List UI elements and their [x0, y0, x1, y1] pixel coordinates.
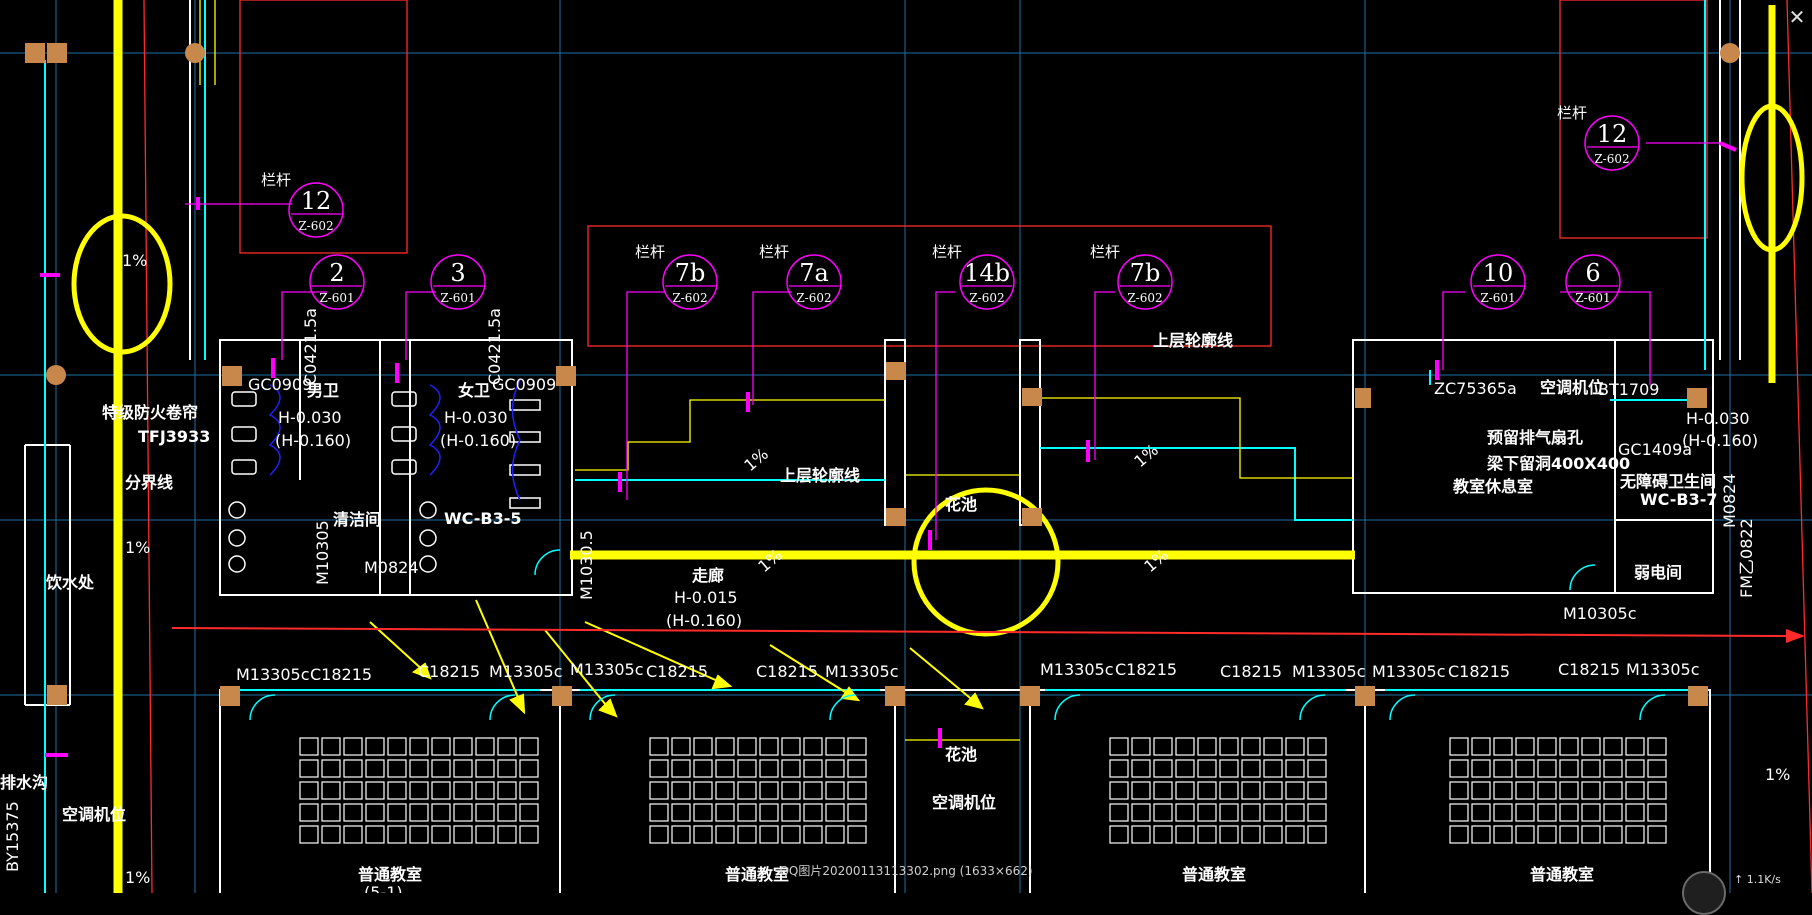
- callout-label: 栏杆: [635, 243, 665, 261]
- upper-outline-2: 上层轮廓线: [1153, 331, 1233, 350]
- corridor-label: 走廊: [691, 566, 724, 585]
- classroom-1-no: (5-1): [364, 883, 403, 893]
- callout-ref: Z-601: [440, 291, 475, 305]
- fire-shutter: 特级防火卷帘: [102, 403, 198, 422]
- boundary-line: 分界线: [125, 473, 173, 492]
- door-m13305c-1: M13305c: [236, 665, 310, 684]
- callout-number: 6: [1585, 259, 1600, 287]
- corridor-elev: H-0.015: [674, 588, 738, 607]
- slope-3: 1%: [1765, 765, 1790, 784]
- callout-ref: Z-602: [1594, 152, 1629, 166]
- window-c18215-3: C18215: [646, 662, 708, 681]
- elev-women: H-0.030: [444, 408, 508, 427]
- callout-number: 3: [450, 259, 465, 287]
- door-m13305c-5: M13305c: [1040, 660, 1114, 679]
- flower-bed-1: 花池: [945, 495, 977, 514]
- callout-label: 栏杆: [261, 171, 291, 189]
- door-m13305c-6: M13305c: [1292, 662, 1366, 681]
- elev-women-2: (H-0.160): [440, 431, 516, 450]
- ac-position-1: 空调机位: [932, 793, 996, 812]
- callout-ref: Z-601: [1480, 291, 1515, 305]
- slope-1: 1%: [122, 251, 147, 270]
- window-c18215-2: C18215: [418, 662, 480, 681]
- door-m13305c-8: M13305c: [1626, 660, 1700, 679]
- weak-power-room: 弱电间: [1634, 563, 1682, 582]
- wc-code: WC-B3-5: [444, 509, 522, 528]
- corridor-elev-2: (H-0.160): [666, 611, 742, 630]
- callout-label: 栏杆: [759, 243, 789, 261]
- door-bt1709: BT1709: [1598, 380, 1659, 399]
- ac-position-2: 空调机位: [1540, 378, 1604, 397]
- window-c18215-1: C18215: [310, 665, 372, 684]
- callout-ref: Z-601: [1575, 291, 1610, 305]
- door-m10305c: M10305c: [1563, 604, 1637, 623]
- window-c18215-7: C18215: [1448, 662, 1510, 681]
- window-c18215-5: C18215: [1115, 660, 1177, 679]
- door-m10305: M10305: [313, 520, 332, 585]
- tfj-code: TFJ3933: [138, 427, 210, 446]
- window-c0421-b: C0421.5a: [485, 308, 504, 385]
- cad-floor-plan[interactable]: 12Z-602栏杆2Z-6013Z-6017bZ-602栏杆7aZ-602栏杆1…: [0, 0, 1812, 893]
- callout-number: 12: [301, 187, 332, 215]
- callout-ref: Z-602: [796, 291, 831, 305]
- vent-hole: 预留排气扇孔: [1487, 428, 1583, 447]
- speed-dial-icon: [1682, 871, 1726, 915]
- callout-label: 栏杆: [1090, 243, 1120, 261]
- callout-ref: Z-602: [969, 291, 1004, 305]
- upper-outline-1: 上层轮廓线: [780, 466, 860, 485]
- network-speed: ↑ 1.1K/s: [1734, 873, 1781, 886]
- callout-number: 2: [329, 259, 344, 287]
- window-c18215-8: C18215: [1558, 660, 1620, 679]
- door-m13305c-2: M13305c: [489, 662, 563, 681]
- ac-position-3: 空调机位: [62, 805, 126, 824]
- window-gc1409: GC1409a: [1618, 440, 1692, 459]
- cleaning-room: 清洁间: [333, 510, 381, 529]
- window-c18215-6: C18215: [1220, 662, 1282, 681]
- callout-number: 7b: [1130, 259, 1161, 287]
- callout-number: 7b: [675, 259, 706, 287]
- window-zc: ZC75365a: [1434, 379, 1517, 398]
- callout-ref: Z-601: [319, 291, 354, 305]
- door-m13305c-4: M13305c: [825, 662, 899, 681]
- door-m1030-5: M1030.5: [577, 530, 596, 600]
- window-c0421-a: C0421.5a: [301, 308, 320, 385]
- lounge-label: 教室休息室: [1453, 477, 1533, 496]
- classroom-4: 普通教室: [1530, 865, 1594, 884]
- door-fm: FM乙0822: [1737, 518, 1756, 598]
- drain-label: 排水沟: [0, 773, 48, 792]
- flower-bed-2: 花池: [945, 745, 977, 764]
- classroom-3: 普通教室: [1182, 865, 1246, 884]
- code-by15375: BY15375: [3, 801, 22, 872]
- elev-men: H-0.030: [278, 408, 342, 427]
- classroom-2: 普通教室: [725, 865, 789, 884]
- door-m13305c-7: M13305c: [1372, 662, 1446, 681]
- callout-ref: Z-602: [672, 291, 707, 305]
- callout-label: 栏杆: [1557, 104, 1587, 122]
- elev-men-2: (H-0.160): [275, 431, 351, 450]
- slope-4: 1%: [125, 868, 150, 887]
- beam-opening: 梁下留洞400X400: [1486, 454, 1630, 473]
- classroom-1: 普通教室: [358, 865, 422, 884]
- elev-right-2: (H-0.160): [1682, 431, 1758, 450]
- callout-label: 栏杆: [932, 243, 962, 261]
- drinking-station: 饮水处: [45, 573, 95, 592]
- callout-number: 10: [1483, 259, 1514, 287]
- wc-b3-7: WC-B3-7: [1640, 490, 1718, 509]
- door-m13305c-3: M13305c: [570, 660, 644, 679]
- slope-2: 1%: [125, 538, 150, 557]
- callout-ref: Z-602: [298, 219, 333, 233]
- callout-number: 7a: [799, 259, 829, 287]
- callout-number: 14b: [964, 259, 1010, 287]
- close-icon[interactable]: ✕: [1786, 6, 1808, 28]
- callout-number: 12: [1597, 120, 1628, 148]
- callout-ref: Z-602: [1127, 291, 1162, 305]
- accessible-wc: 无障碍卫生间: [1619, 472, 1716, 491]
- window-c18215-4: C18215: [756, 662, 818, 681]
- network-speed-widget: ↑ 1.1K/s: [1682, 867, 1812, 915]
- door-m0824: M0824: [364, 558, 419, 577]
- elev-right: H-0.030: [1686, 409, 1750, 428]
